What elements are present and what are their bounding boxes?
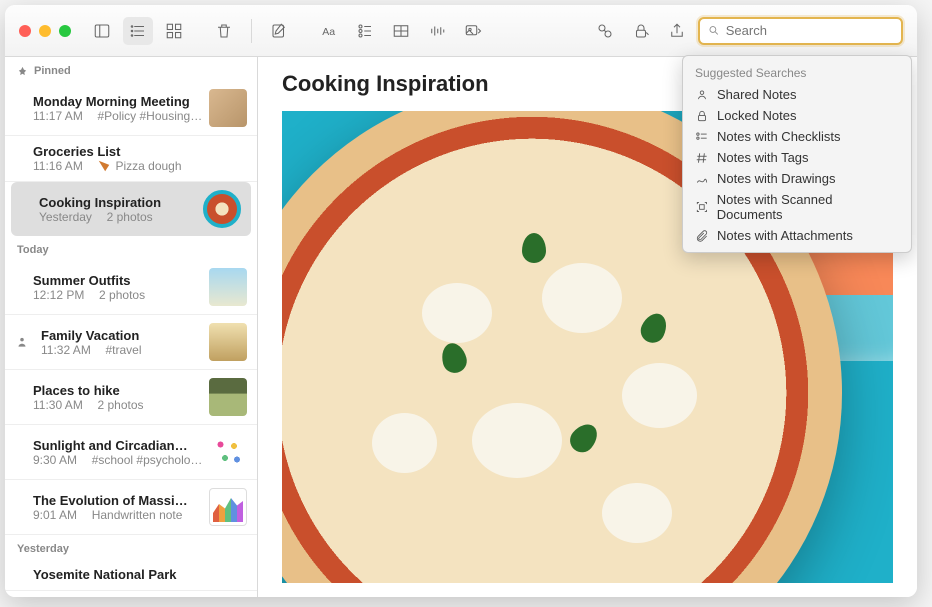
lock-note-button[interactable] [626,17,656,45]
note-title: Sunlight and Circadian… [33,438,201,453]
note-thumbnail [209,323,247,361]
note-item-summer-outfits[interactable]: Summer Outfits 12:12 PM 2 photos [5,260,257,315]
yesterday-header: Yesterday [5,535,257,559]
note-thumbnail [209,89,247,127]
svg-text:Aa: Aa [322,25,335,37]
note-title: Monday Morning Meeting [33,94,201,109]
suggestion-attachments[interactable]: Notes with Attachments [683,225,911,246]
audio-button[interactable] [422,17,452,45]
note-title: Yosemite National Park [33,567,247,582]
list-view-button[interactable] [123,17,153,45]
format-button[interactable]: Aa [314,17,344,45]
note-item-monday-meeting[interactable]: Monday Morning Meeting 11:17 AM #Policy … [5,81,257,136]
note-item-evolution[interactable]: The Evolution of Massi… 9:01 AM Handwrit… [5,480,257,535]
notes-list[interactable]: Pinned Monday Morning Meeting 11:17 AM #… [5,57,258,597]
scan-icon [695,200,709,214]
toolbar-separator [251,19,252,43]
suggestion-checklists[interactable]: Notes with Checklists [683,126,911,147]
search-field[interactable] [698,17,903,45]
note-thumbnail [209,378,247,416]
app-window: Aa [5,5,917,597]
note-thumbnail [203,190,241,228]
close-window-button[interactable] [19,25,31,37]
drawing-icon [695,172,709,186]
note-thumbnail [209,433,247,471]
note-title: Cooking Inspiration [39,195,195,210]
note-thumbnail [209,268,247,306]
note-subtitle: 9:30 AM #school #psycholo… [33,453,201,467]
media-button[interactable] [458,17,488,45]
note-item-yosemite[interactable]: Yosemite National Park [5,559,257,591]
new-note-button[interactable] [264,17,294,45]
suggestion-shared-notes[interactable]: Shared Notes [683,84,911,105]
link-note-button[interactable] [590,17,620,45]
suggestions-header: Suggested Searches [683,62,911,84]
share-button[interactable] [662,17,692,45]
tag-icon [695,151,709,165]
table-button[interactable] [386,17,416,45]
note-title: Groceries List [33,144,247,159]
minimize-window-button[interactable] [39,25,51,37]
note-item-family-vacation[interactable]: Family Vacation 11:32 AM #travel [5,315,257,370]
toggle-sidebar-button[interactable] [87,17,117,45]
shared-icon [15,335,29,349]
note-item-cooking[interactable]: Cooking Inspiration Yesterday 2 photos [11,182,251,236]
shared-icon [695,88,709,102]
pinned-header: Pinned [5,57,257,81]
note-title: The Evolution of Massi… [33,493,201,508]
note-item-sunlight[interactable]: Sunlight and Circadian… 9:30 AM #school … [5,425,257,480]
attachment-icon [695,229,709,243]
note-subtitle: Yesterday 2 photos [39,210,195,224]
suggestion-scanned[interactable]: Notes with Scanned Documents [683,189,911,225]
search-input[interactable] [726,23,893,38]
note-subtitle: 11:30 AM 2 photos [33,398,201,412]
suggestion-tags[interactable]: Notes with Tags [683,147,911,168]
suggestion-drawings[interactable]: Notes with Drawings [683,168,911,189]
window-controls [19,25,71,37]
note-title: Places to hike [33,383,201,398]
note-item-groceries[interactable]: Groceries List 11:16 AM Pizza dough [5,136,257,182]
pizza-icon [97,159,111,173]
titlebar: Aa [5,5,917,57]
pin-icon [17,66,28,77]
zoom-window-button[interactable] [59,25,71,37]
note-subtitle: 11:16 AM Pizza dough [33,159,247,173]
note-title: Family Vacation [41,328,201,343]
gallery-view-button[interactable] [159,17,189,45]
checklist-button[interactable] [350,17,380,45]
note-thumbnail [209,488,247,526]
today-header: Today [5,236,257,260]
note-subtitle: 12:12 PM 2 photos [33,288,201,302]
note-subtitle: 11:32 AM #travel [41,343,201,357]
search-icon [708,24,720,37]
note-title: Summer Outfits [33,273,201,288]
note-item-places-to-hike[interactable]: Places to hike 11:30 AM 2 photos [5,370,257,425]
suggestion-locked-notes[interactable]: Locked Notes [683,105,911,126]
note-subtitle: 9:01 AM Handwritten note [33,508,201,522]
note-subtitle: 11:17 AM #Policy #Housing… [33,109,201,123]
delete-note-button[interactable] [209,17,239,45]
search-suggestions: Suggested Searches Shared Notes Locked N… [682,55,912,253]
checklist-icon [695,130,709,144]
lock-icon [695,109,709,123]
